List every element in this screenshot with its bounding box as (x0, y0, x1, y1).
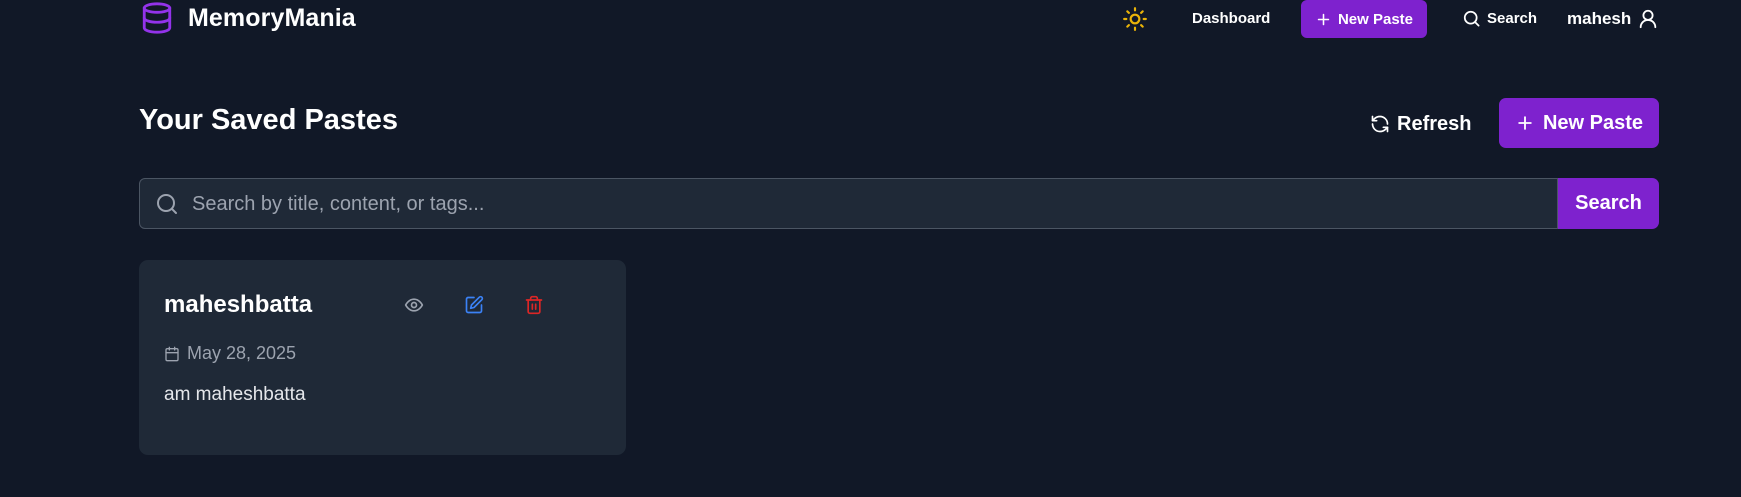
sun-icon (1122, 6, 1148, 32)
search-icon (1462, 9, 1481, 28)
paste-content-preview: am maheshbatta (164, 384, 306, 405)
nav-new-paste-button[interactable]: New Paste (1301, 0, 1427, 38)
theme-toggle-button[interactable] (1120, 4, 1150, 34)
nav-search-label: Search (1487, 10, 1538, 27)
refresh-icon (1370, 114, 1390, 134)
new-paste-button[interactable]: New Paste (1499, 98, 1659, 148)
edit-icon (464, 295, 484, 315)
paste-title: maheshbatta (164, 291, 313, 318)
search-bar (139, 178, 1558, 230)
username: mahesh (1567, 8, 1632, 28)
refresh-button[interactable]: Refresh (1370, 99, 1471, 149)
brand-title: MemoryMania (188, 3, 356, 32)
calendar-icon (164, 346, 180, 362)
nav-new-paste-label: New Paste (1337, 10, 1414, 28)
nav-link-dashboard[interactable]: Dashboard (1192, 0, 1270, 37)
search-input[interactable] (190, 179, 1544, 230)
paste-card: maheshbatta May 28, 2025 am maheshbatta (139, 260, 626, 455)
view-paste-button[interactable] (402, 293, 426, 317)
plus-icon (1315, 11, 1332, 28)
paste-date: May 28, 2025 (164, 343, 296, 364)
plus-icon (1515, 113, 1535, 133)
user-menu[interactable]: mahesh (1567, 0, 1659, 37)
page-title: Your Saved Pastes (139, 104, 398, 136)
database-icon (140, 0, 174, 36)
delete-paste-button[interactable] (522, 293, 546, 317)
search-submit-button[interactable]: Search (1558, 178, 1659, 229)
refresh-label: Refresh (1397, 112, 1472, 135)
eye-icon (404, 295, 424, 315)
new-paste-label: New Paste (1542, 111, 1644, 134)
top-navbar: MemoryMania Dashboard New Paste Search m… (0, 0, 1741, 40)
edit-paste-button[interactable] (462, 293, 486, 317)
nav-search-link[interactable]: Search (1462, 0, 1537, 37)
trash-icon (524, 295, 544, 315)
user-icon (1637, 7, 1659, 31)
search-icon (155, 192, 179, 216)
brand[interactable]: MemoryMania (140, 0, 356, 36)
paste-date-label: May 28, 2025 (187, 343, 297, 363)
